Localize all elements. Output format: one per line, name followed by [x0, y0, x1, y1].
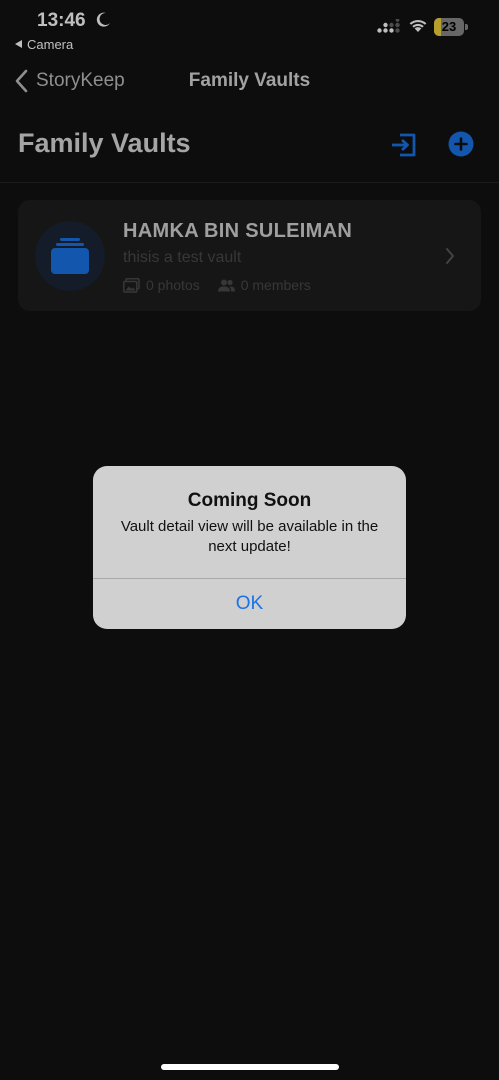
alert-ok-button[interactable]: OK [93, 579, 406, 629]
alert-title: Coming Soon [187, 490, 312, 511]
coming-soon-alert: Coming Soon Vault detail view will be av… [93, 466, 406, 629]
home-indicator[interactable] [161, 1064, 339, 1070]
alert-message: Vault detail view will be available in t… [120, 518, 379, 555]
